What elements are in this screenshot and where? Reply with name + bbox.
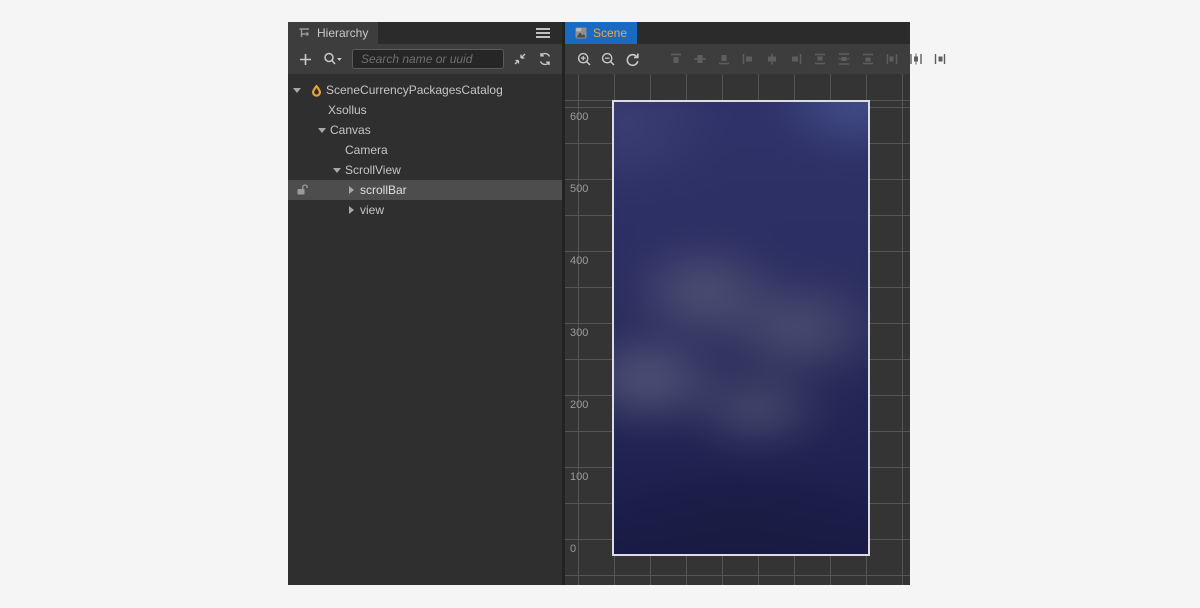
hierarchy-tab-label: Hierarchy [317,26,368,40]
canvas-background-image [612,100,870,556]
hierarchy-tabbar-spacer [378,22,524,44]
hierarchy-panel: Hierarchy [288,22,562,585]
tree-item-label: Canvas [330,123,371,137]
scene-flame-icon [311,84,322,97]
scene-image-icon [575,27,587,39]
tree-row-canvas[interactable]: Canvas [288,120,562,140]
distribute-h-center-icon[interactable] [907,50,925,68]
tree-row-view[interactable]: view [288,200,562,220]
ruler-label: 400 [570,255,600,267]
scene-canvas-node[interactable] [612,100,870,556]
tab-hierarchy[interactable]: Hierarchy [288,22,378,44]
panel-menu-icon[interactable] [524,22,562,44]
zoom-in-icon[interactable] [575,50,593,68]
tree-item-label: view [360,203,384,217]
distribute-bottom-icon[interactable] [859,50,877,68]
scene-tabbar-spacer [637,22,910,44]
tree-item-label: scrollBar [360,183,407,197]
scene-tab-label: Scene [593,26,627,40]
tree-row-camera[interactable]: Camera [288,140,562,160]
align-top-icon[interactable] [667,50,685,68]
distribute-v-center-icon[interactable] [835,50,853,68]
tree-item-label: Camera [345,143,388,157]
expand-arrow-icon[interactable] [293,88,301,93]
tree-row-scene-root[interactable]: SceneCurrencyPackagesCatalog [288,80,562,100]
collapse-all-icon[interactable] [511,50,529,68]
zoom-out-icon[interactable] [599,50,617,68]
hierarchy-toolbar [288,44,562,74]
tree-item-label: Xsollus [328,103,367,117]
scene-tabbar: Scene [565,22,910,44]
tree-row-scrollview[interactable]: ScrollView [288,160,562,180]
add-node-icon[interactable] [296,50,314,68]
distribute-right-icon[interactable] [931,50,949,68]
tree-item-label: ScrollView [345,163,401,177]
align-h-center-icon[interactable] [763,50,781,68]
hierarchy-tree-icon [298,27,311,40]
distribute-top-icon[interactable] [811,50,829,68]
ruler-label: 500 [570,183,600,195]
tree-row-scrollbar[interactable]: scrollBar [288,180,562,200]
refresh-icon[interactable] [536,50,554,68]
ruler-label: 600 [570,111,600,123]
ruler-label: 200 [570,399,600,411]
tab-scene[interactable]: Scene [565,22,637,44]
search-input[interactable] [352,49,504,69]
editor-window: Hierarchy [0,0,1200,608]
distribute-left-icon[interactable] [883,50,901,68]
hierarchy-tree: SceneCurrencyPackagesCatalog Xsollus Can… [288,74,562,585]
scene-toolbar [565,44,910,74]
hierarchy-tabbar: Hierarchy [288,22,562,44]
expand-arrow-icon[interactable] [318,128,326,133]
collapse-arrow-icon[interactable] [349,186,354,194]
collapse-arrow-icon[interactable] [349,206,354,214]
expand-arrow-icon[interactable] [333,168,341,173]
tree-row-xsollus[interactable]: Xsollus [288,100,562,120]
tree-item-label: SceneCurrencyPackagesCatalog [326,83,503,97]
reset-view-icon[interactable] [623,50,641,68]
ruler-label: 300 [570,327,600,339]
ruler-label: 100 [570,471,600,483]
align-left-icon[interactable] [739,50,757,68]
scene-viewport[interactable]: 600 500 400 300 200 100 0 [565,74,910,585]
unlock-icon[interactable] [296,183,308,196]
search-filter-icon[interactable] [321,50,345,68]
scene-panel: Scene [565,22,910,585]
align-v-center-icon[interactable] [691,50,709,68]
ruler-label: 0 [570,543,600,555]
align-bottom-icon[interactable] [715,50,733,68]
align-right-icon[interactable] [787,50,805,68]
